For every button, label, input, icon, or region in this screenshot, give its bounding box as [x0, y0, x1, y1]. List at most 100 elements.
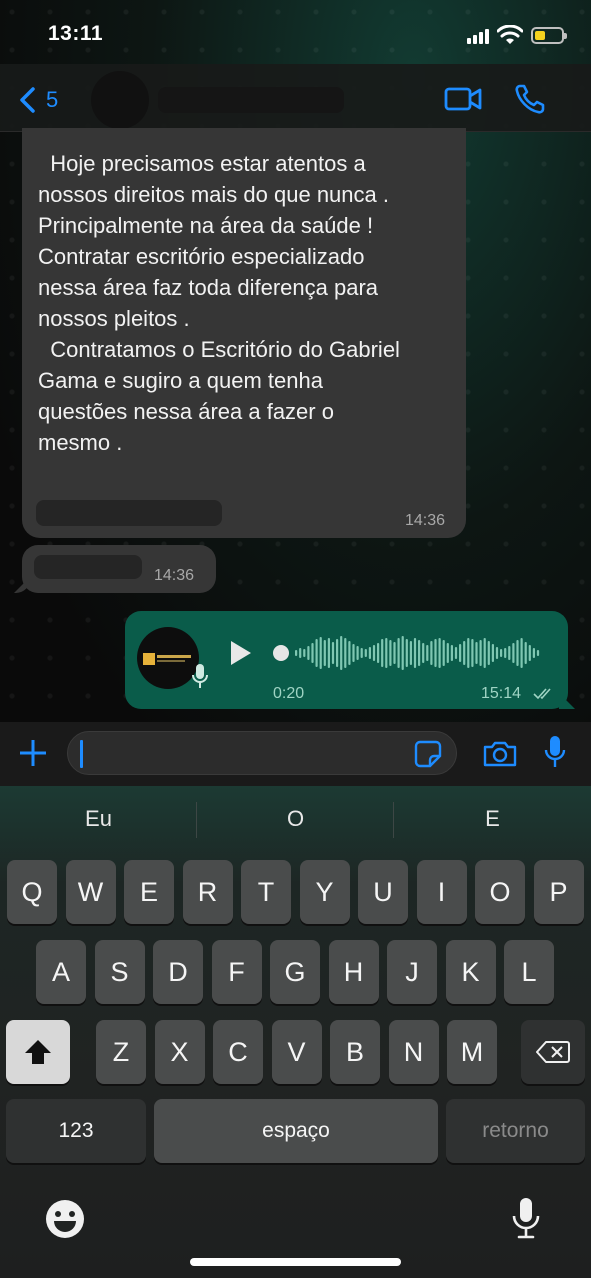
- waveform-bar: [299, 648, 302, 658]
- key-r[interactable]: R: [182, 860, 233, 924]
- waveform-bar: [426, 645, 429, 661]
- waveform-bar: [377, 643, 380, 663]
- microphone-icon[interactable]: [543, 734, 567, 770]
- waveform-bar: [331, 642, 335, 664]
- suggestion-3[interactable]: E: [394, 806, 591, 832]
- status-time: 13:11: [48, 22, 104, 45]
- status-bar: 13:11: [0, 0, 591, 64]
- waveform-bar: [454, 647, 458, 659]
- waveform-bar: [438, 638, 441, 668]
- key-s[interactable]: S: [94, 940, 145, 1004]
- message-text: Hoje precisamos estar atentos a nossos d…: [38, 151, 400, 455]
- waveform-bar: [413, 638, 417, 668]
- chat-header: 5: [0, 64, 591, 132]
- waveform-bar: [450, 645, 453, 661]
- waveform-bar: [385, 638, 388, 668]
- key-p[interactable]: P: [533, 860, 584, 924]
- key-u[interactable]: U: [358, 860, 408, 924]
- waveform-bar: [356, 646, 359, 660]
- unread-count: 5: [46, 87, 59, 112]
- key-o[interactable]: O: [475, 860, 525, 924]
- playback-scrubber[interactable]: [273, 645, 289, 661]
- chevron-left-icon: [20, 87, 35, 113]
- back-button[interactable]: 5: [18, 86, 78, 114]
- incoming-message-bubble[interactable]: Hoje precisamos estar atentos a nossos d…: [22, 128, 466, 538]
- video-call-icon[interactable]: [444, 86, 482, 112]
- keyboard: Eu O E QWERTYUIOP ASDFGHJKL ZXCVBNM 123 …: [0, 786, 591, 1278]
- key-d[interactable]: D: [153, 940, 203, 1004]
- key-y[interactable]: Y: [299, 860, 350, 924]
- key-l[interactable]: L: [504, 940, 554, 1004]
- key-i[interactable]: I: [416, 860, 467, 924]
- waveform[interactable]: [293, 633, 543, 673]
- microphone-icon: [192, 664, 208, 688]
- shift-key[interactable]: [6, 1020, 70, 1084]
- redacted-text: [34, 555, 142, 579]
- camera-icon[interactable]: [482, 740, 518, 768]
- waveform-bar: [348, 641, 351, 665]
- key-q[interactable]: Q: [7, 860, 57, 924]
- waveform-bar: [516, 640, 519, 666]
- waveform-bar: [487, 641, 490, 665]
- waveform-bar: [524, 642, 527, 664]
- waveform-bar: [504, 648, 507, 658]
- waveform-bar: [483, 638, 486, 668]
- waveform-bar: [500, 649, 503, 657]
- space-key[interactable]: espaço: [154, 1099, 438, 1163]
- message-timestamp: 15:14: [481, 685, 522, 702]
- waveform-bar: [418, 640, 421, 666]
- waveform-bar: [475, 642, 478, 664]
- key-g[interactable]: G: [270, 940, 320, 1004]
- waveform-bar: [323, 640, 326, 666]
- waveform-bar: [467, 638, 470, 668]
- dictation-microphone-icon[interactable]: [510, 1196, 542, 1240]
- key-b[interactable]: B: [330, 1020, 380, 1084]
- play-icon[interactable]: [229, 639, 253, 667]
- suggestion-1[interactable]: Eu: [0, 806, 197, 832]
- sticker-icon[interactable]: [414, 740, 442, 768]
- phone-call-icon[interactable]: [514, 83, 546, 115]
- key-h[interactable]: H: [328, 940, 379, 1004]
- key-m[interactable]: M: [447, 1020, 497, 1084]
- waveform-bar: [381, 639, 384, 667]
- text-caret: [80, 740, 83, 768]
- key-z[interactable]: Z: [96, 1020, 146, 1084]
- key-j[interactable]: J: [387, 940, 437, 1004]
- outgoing-voice-message[interactable]: 0:20 15:14: [125, 611, 568, 709]
- waveform-bar: [360, 648, 363, 658]
- plus-icon[interactable]: [16, 736, 50, 770]
- message-timestamp: 14:36: [405, 512, 446, 529]
- key-n[interactable]: N: [388, 1020, 439, 1084]
- key-c[interactable]: C: [213, 1020, 263, 1084]
- key-k[interactable]: K: [445, 940, 496, 1004]
- numbers-key[interactable]: 123: [6, 1099, 146, 1163]
- contact-avatar[interactable]: [91, 71, 149, 129]
- waveform-bar: [491, 644, 494, 662]
- key-t[interactable]: T: [241, 860, 291, 924]
- message-timestamp: 14:36: [154, 567, 195, 584]
- home-indicator[interactable]: [190, 1258, 401, 1266]
- waveform-bar: [307, 646, 310, 660]
- incoming-message-bubble-small[interactable]: 14:36: [22, 545, 216, 593]
- suggestion-2[interactable]: O: [197, 806, 394, 832]
- delete-key[interactable]: [521, 1020, 585, 1084]
- return-key[interactable]: retorno: [446, 1099, 585, 1163]
- key-v[interactable]: V: [271, 1020, 322, 1084]
- waveform-bar: [430, 641, 433, 665]
- contact-name-redacted[interactable]: [158, 87, 344, 113]
- message-input[interactable]: [67, 731, 457, 775]
- waveform-bar: [471, 639, 474, 667]
- key-x[interactable]: X: [154, 1020, 205, 1084]
- emoji-icon[interactable]: [44, 1198, 86, 1240]
- cellular-signal-icon: [467, 28, 489, 44]
- key-e[interactable]: E: [124, 860, 174, 924]
- key-a[interactable]: A: [36, 940, 86, 1004]
- waveform-bar: [409, 641, 412, 665]
- waveform-bar: [327, 638, 330, 668]
- waveform-bar: [446, 643, 449, 663]
- waveform-bar: [319, 637, 322, 669]
- waveform-bar: [495, 647, 499, 659]
- waveform-bar: [536, 650, 540, 656]
- key-f[interactable]: F: [211, 940, 262, 1004]
- key-w[interactable]: W: [65, 860, 116, 924]
